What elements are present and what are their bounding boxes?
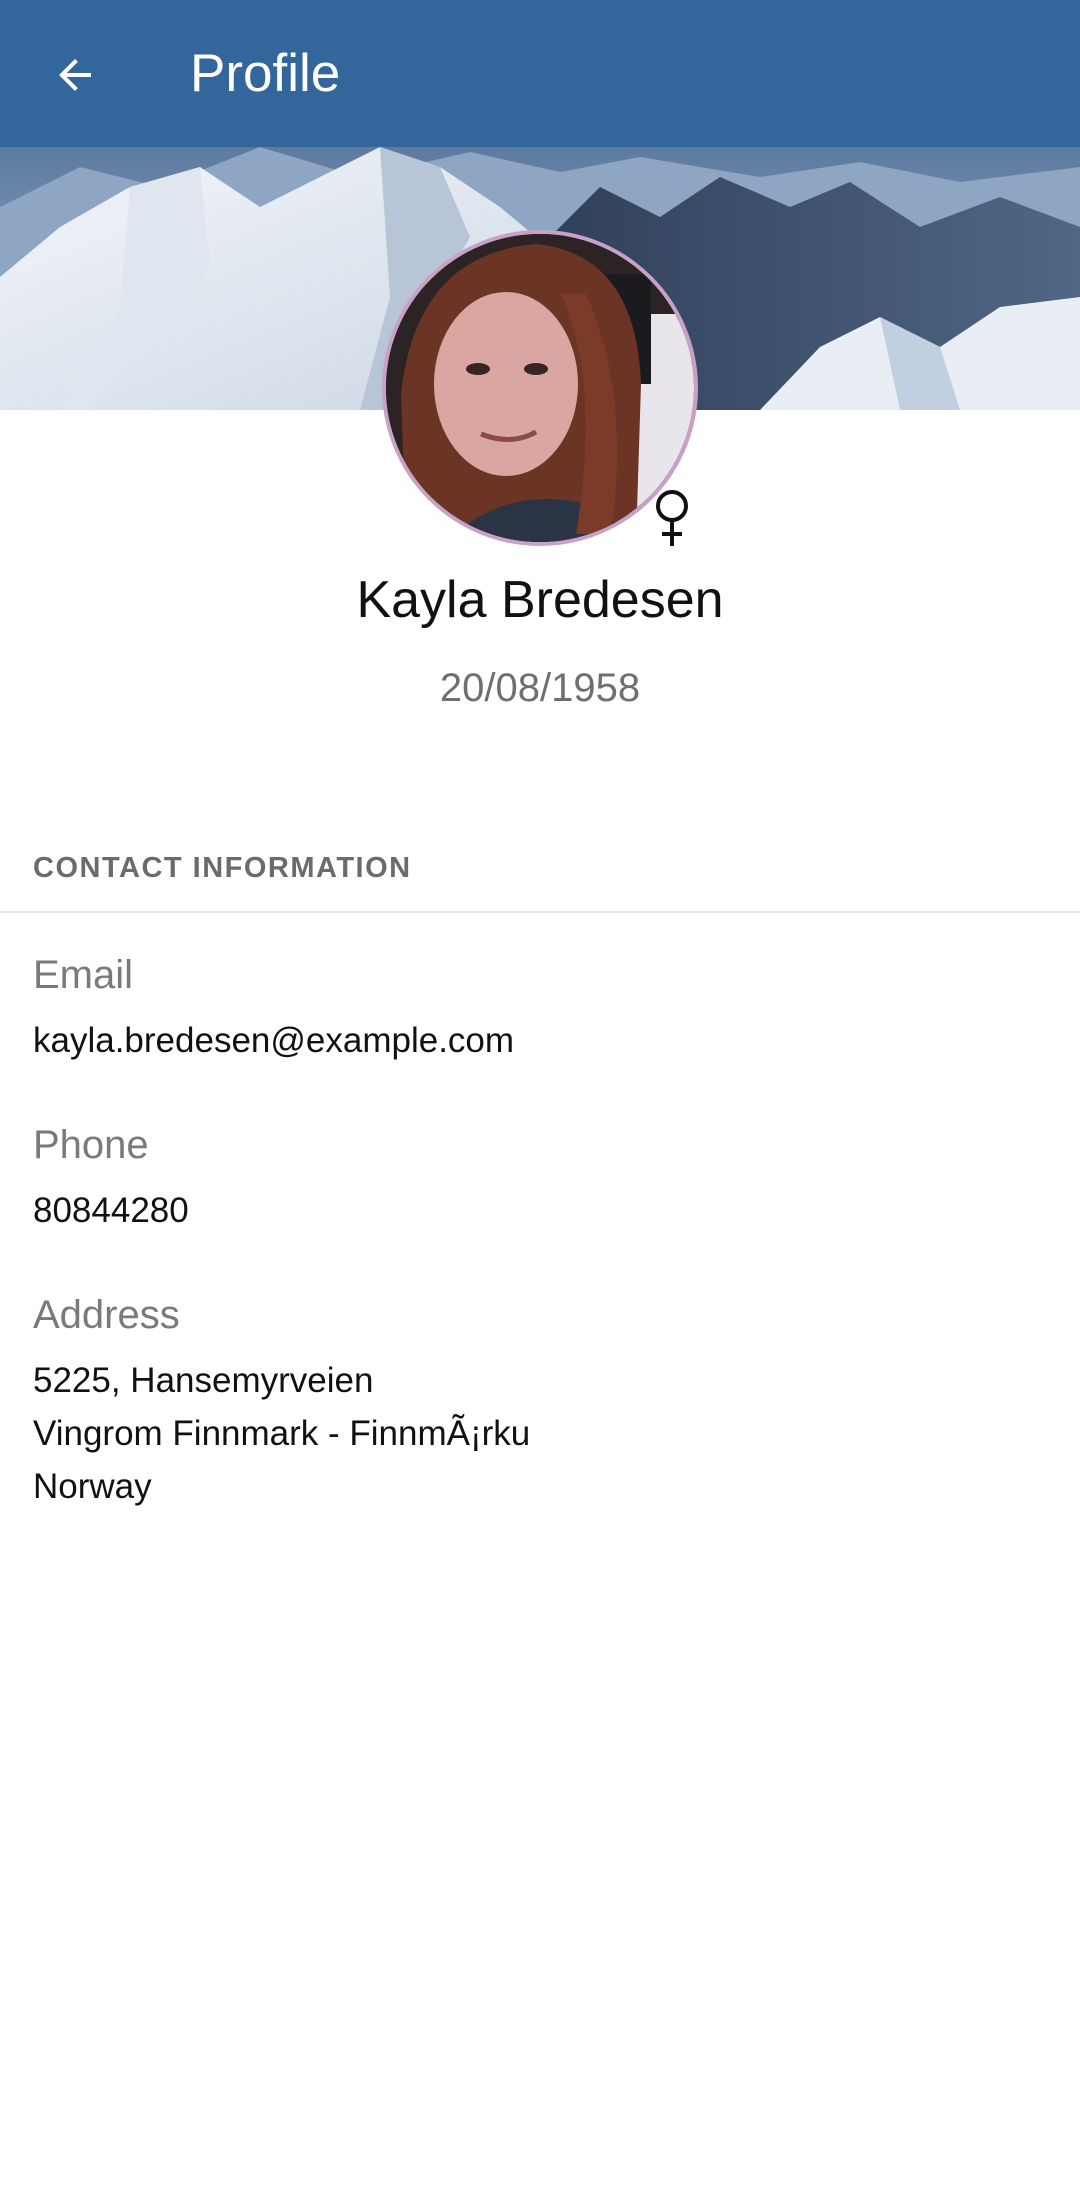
contact-section-title: CONTACT INFORMATION <box>33 852 412 884</box>
email-value[interactable]: kayla.bredesen@example.com <box>33 1014 514 1067</box>
email-label: Email <box>33 953 134 997</box>
back-button[interactable] <box>30 30 120 120</box>
address-line-1[interactable]: 5225, Hansemyrveien <box>33 1354 373 1407</box>
app-bar: Profile <box>0 0 1080 147</box>
arrow-left-icon <box>59 59 91 91</box>
divider <box>0 911 1080 913</box>
profile-name: Kayla Bredesen <box>356 571 724 629</box>
page-title: Profile <box>190 44 341 103</box>
address-line-2[interactable]: Vingrom Finnmark - FinnmÃ¡rku <box>33 1407 530 1460</box>
date-of-birth: 20/08/1958 <box>439 666 641 710</box>
phone-label: Phone <box>33 1123 149 1167</box>
phone-value[interactable]: 80844280 <box>33 1184 189 1237</box>
address-line-3[interactable]: Norway <box>33 1460 152 1513</box>
female-symbol-icon <box>656 490 688 546</box>
address-label: Address <box>33 1293 180 1337</box>
